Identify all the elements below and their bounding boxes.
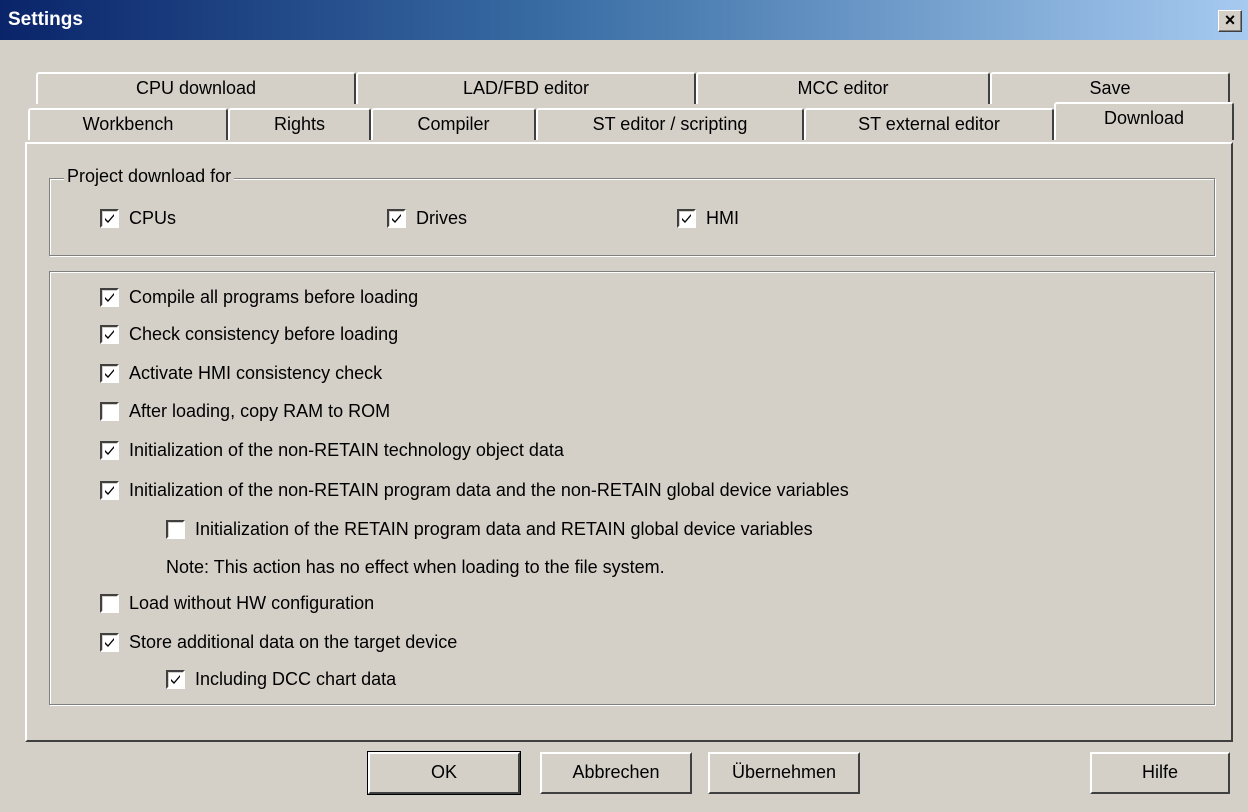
compile-all-checkbox[interactable]: Compile all programs before loading — [100, 286, 418, 310]
include-dcc-chart-checkbox[interactable]: Including DCC chart data — [166, 668, 396, 692]
checkbox-unchecked-icon — [100, 401, 119, 421]
init-non-retain-program-checkbox[interactable]: Initialization of the non-RETAIN program… — [100, 479, 849, 503]
checkbox-checked-icon — [100, 287, 119, 307]
file-system-note: Note: This action has no effect when loa… — [166, 557, 665, 577]
tab-label: ST external editor — [858, 114, 1000, 134]
cancel-button[interactable]: Abbrechen — [540, 752, 692, 794]
tab-label: CPU download — [135, 78, 257, 98]
init-non-retain-tech-checkbox[interactable]: Initialization of the non-RETAIN technol… — [100, 439, 564, 463]
tab-lad-fbd-editor[interactable]: LAD/FBD editor — [356, 72, 696, 104]
checkbox-unchecked-icon — [166, 519, 185, 539]
tab-st-editor-scripting[interactable]: ST editor / scripting — [536, 108, 804, 140]
close-button[interactable]: × — [1218, 10, 1242, 32]
download-options-group: Compile all programs before loading Chec… — [49, 271, 1215, 705]
ok-button[interactable]: OK — [367, 751, 521, 795]
tab-label: Workbench — [82, 114, 174, 134]
drives-checkbox[interactable]: Drives — [387, 207, 467, 231]
checkbox-checked-icon — [387, 208, 406, 228]
tab-compiler[interactable]: Compiler — [371, 108, 536, 140]
help-button[interactable]: Hilfe — [1090, 752, 1230, 794]
check-consistency-checkbox[interactable]: Check consistency before loading — [100, 323, 398, 347]
tab-st-external-editor[interactable]: ST external editor — [804, 108, 1054, 140]
tab-cpu-download[interactable]: CPU download — [36, 72, 356, 104]
tab-label: Download — [1103, 108, 1185, 128]
apply-button[interactable]: Übernehmen — [708, 752, 860, 794]
init-retain-program-checkbox[interactable]: Initialization of the RETAIN program dat… — [166, 518, 813, 542]
checkbox-unchecked-icon — [100, 593, 119, 613]
checkbox-checked-icon — [100, 363, 119, 383]
checkbox-checked-icon — [100, 324, 119, 344]
tab-label: Save — [1089, 78, 1131, 98]
checkbox-checked-icon — [677, 208, 696, 228]
close-icon: × — [1224, 10, 1236, 30]
project-download-group: Project download for CPUs Drives HMI — [49, 166, 1215, 256]
checkbox-checked-icon — [100, 480, 119, 500]
load-without-hw-checkbox[interactable]: Load without HW configuration — [100, 592, 374, 616]
tab-label: Rights — [273, 114, 326, 134]
group-title: Project download for — [64, 166, 235, 187]
window-title: Settings — [8, 9, 83, 30]
tab-mcc-editor[interactable]: MCC editor — [696, 72, 990, 104]
tab-workbench[interactable]: Workbench — [28, 108, 228, 140]
tab-download[interactable]: Download — [1054, 102, 1234, 140]
tab-rights[interactable]: Rights — [228, 108, 371, 140]
cpus-checkbox[interactable]: CPUs — [100, 207, 176, 231]
copy-ram-to-rom-checkbox[interactable]: After loading, copy RAM to ROM — [100, 400, 390, 424]
checkbox-checked-icon — [100, 632, 119, 652]
hmi-checkbox[interactable]: HMI — [677, 207, 739, 231]
tab-label: LAD/FBD editor — [462, 78, 590, 98]
checkbox-checked-icon — [100, 440, 119, 460]
tab-label: Compiler — [417, 114, 490, 134]
checkbox-checked-icon — [100, 208, 119, 228]
checkbox-checked-icon — [166, 669, 185, 689]
tab-save[interactable]: Save — [990, 72, 1230, 104]
title-bar: Settings × — [0, 0, 1248, 40]
download-tab-panel: Project download for CPUs Drives HMI Com… — [25, 142, 1233, 742]
tab-label: MCC editor — [797, 78, 889, 98]
store-additional-data-checkbox[interactable]: Store additional data on the target devi… — [100, 631, 457, 655]
hmi-consistency-checkbox[interactable]: Activate HMI consistency check — [100, 362, 382, 386]
tab-label: ST editor / scripting — [592, 114, 748, 134]
